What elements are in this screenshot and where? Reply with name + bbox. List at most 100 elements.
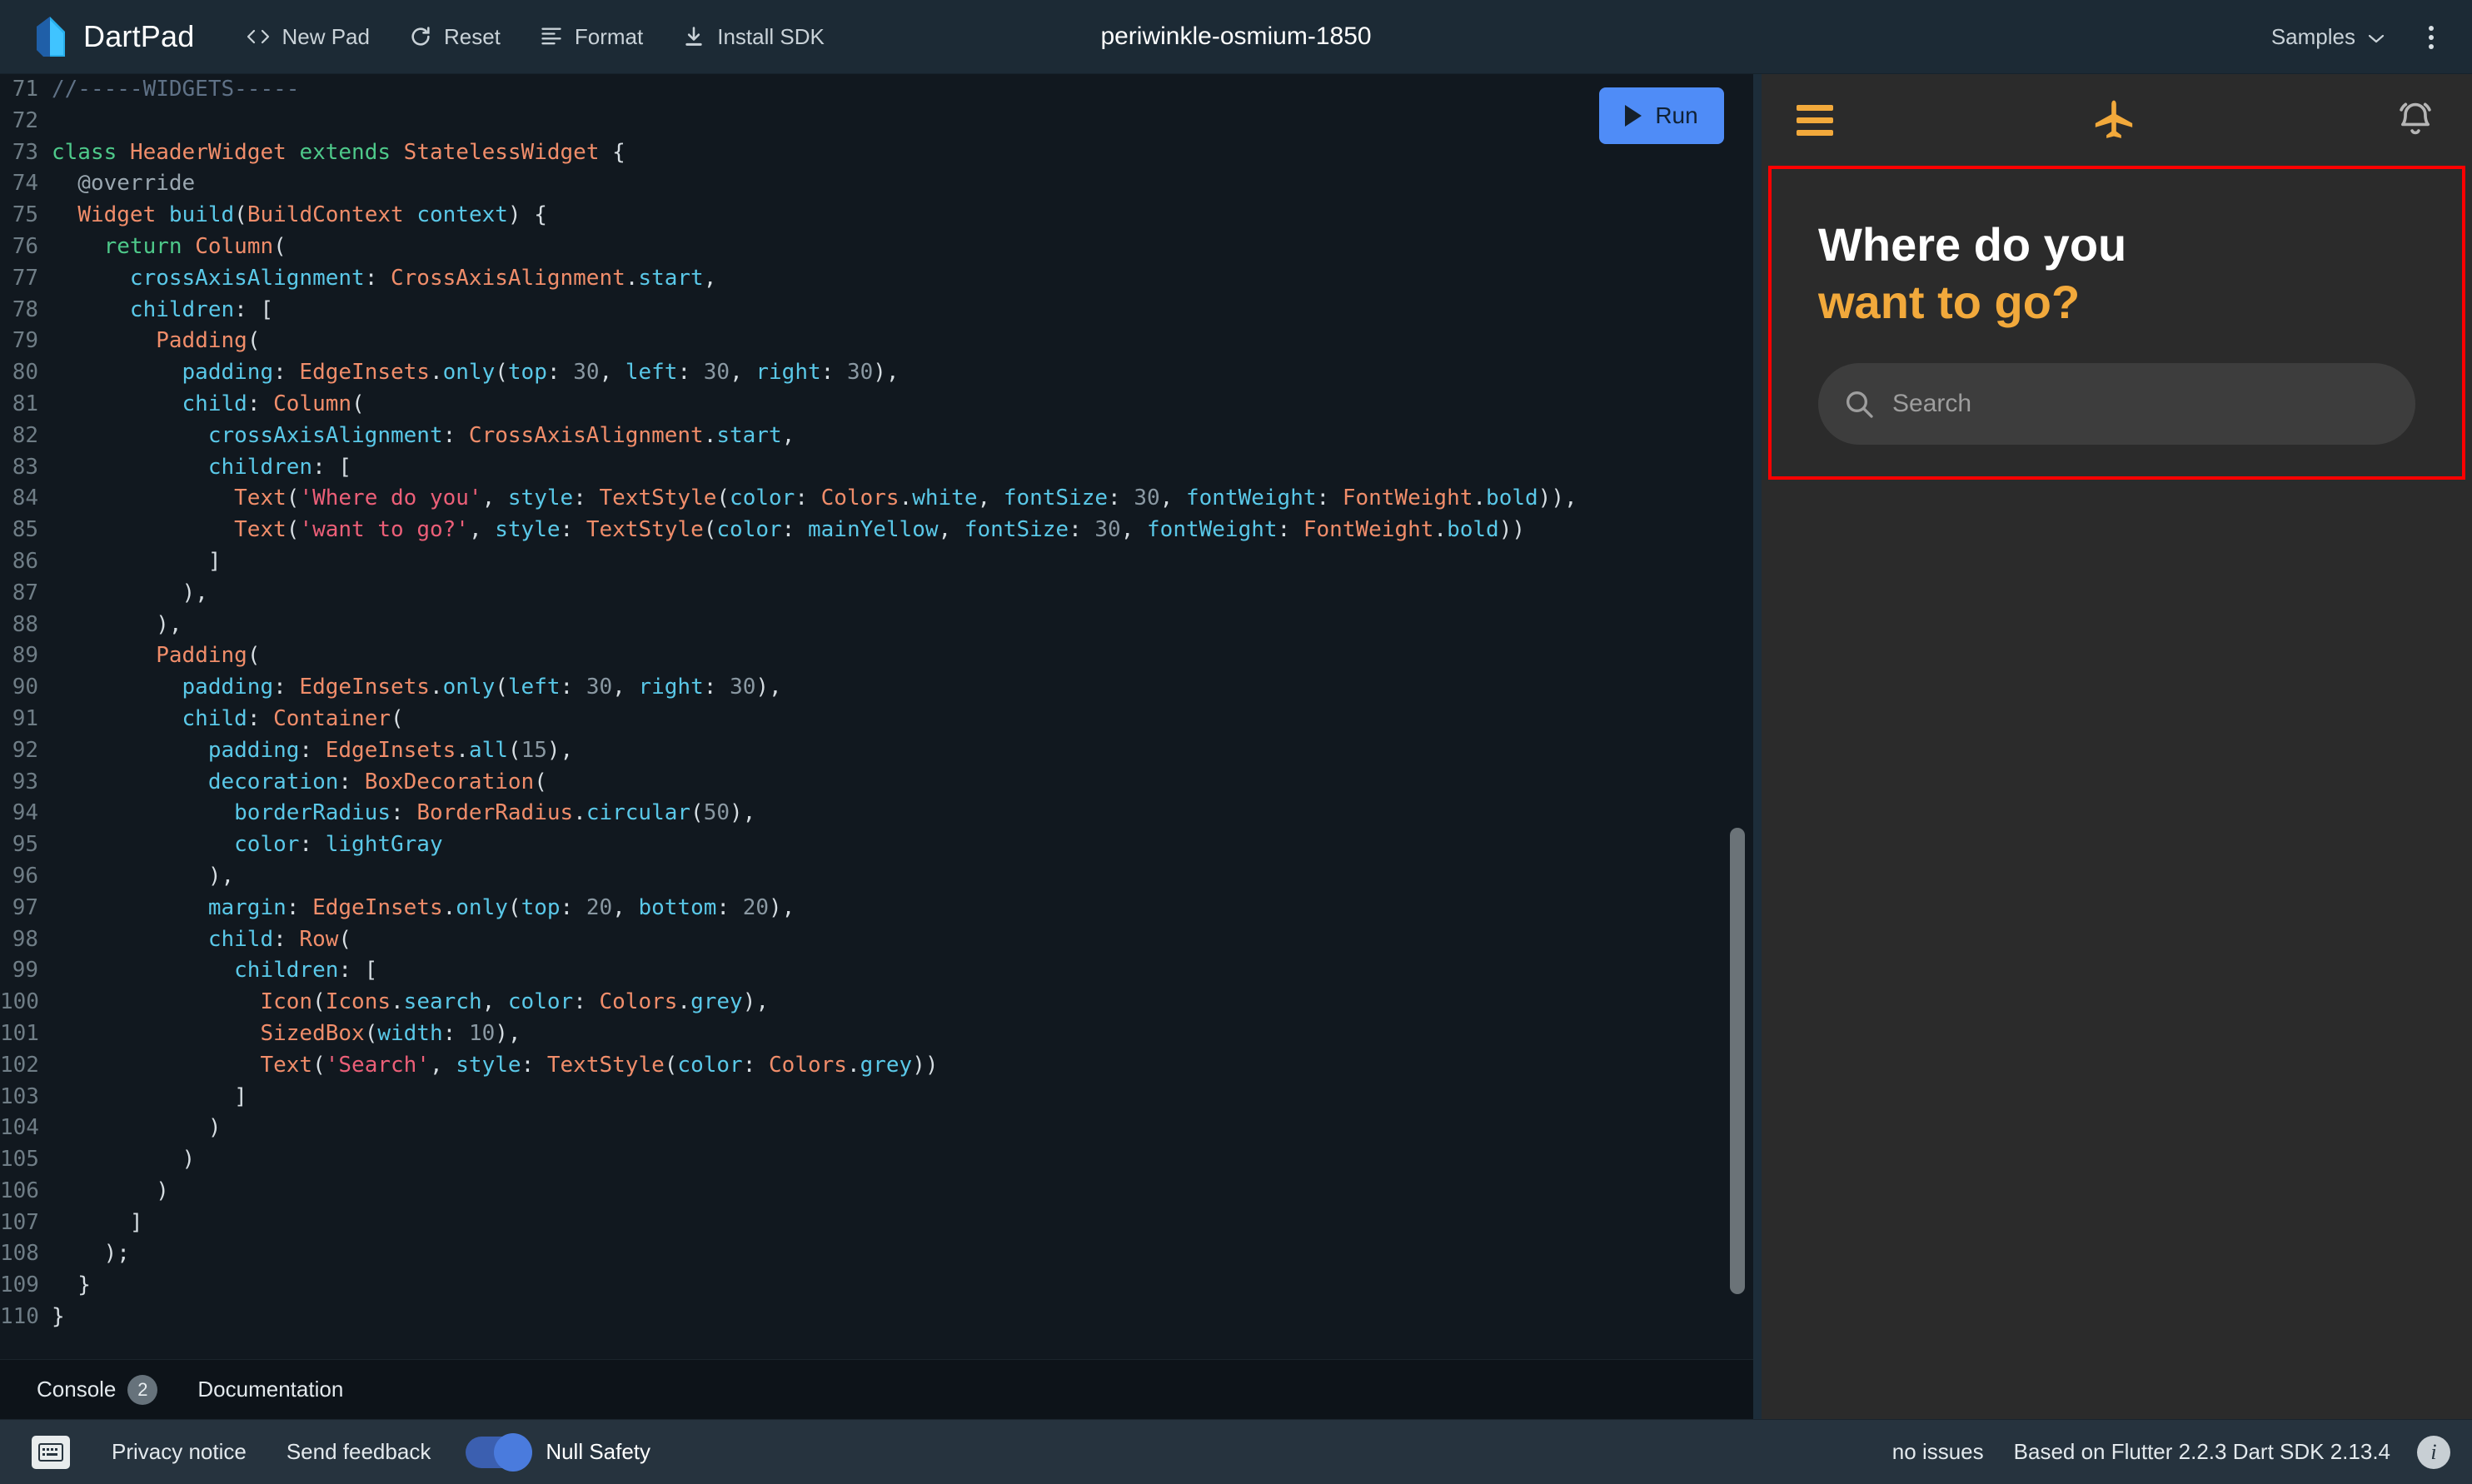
- info-icon[interactable]: i: [2417, 1435, 2450, 1469]
- code-editor[interactable]: 71 //-----WIDGETS----- 72 73 class HeaderWid…: [0, 74, 1753, 1359]
- code-token: Column: [195, 233, 274, 259]
- line-content: SizedBox(width: 10),: [52, 1018, 521, 1050]
- code-line: 99 children: [: [0, 955, 1753, 987]
- code-token: :: [247, 391, 274, 416]
- code-token: (: [286, 517, 300, 543]
- code-token: (: [312, 989, 326, 1015]
- line-number: 87: [12, 580, 38, 605]
- keyboard-shortcuts-icon[interactable]: [32, 1435, 70, 1469]
- line-content: ),: [52, 578, 208, 610]
- flutter-preview-pane: Where do you want to go? Search: [1762, 74, 2472, 1419]
- code-token: :: [442, 1020, 469, 1046]
- status-bar: Privacy notice Send feedback Null Safety…: [0, 1419, 2472, 1484]
- header-right: Samples: [2258, 0, 2450, 74]
- code-token: (: [364, 1020, 378, 1046]
- code-token: ),: [546, 737, 574, 763]
- line-number: 74: [12, 171, 38, 197]
- code-line: 89 Padding(: [0, 640, 1753, 672]
- hamburger-menu-icon[interactable]: [1797, 104, 1833, 136]
- code-line: 87 ),: [0, 578, 1753, 610]
- line-content: return Column(: [52, 232, 287, 263]
- code-line: 94 borderRadius: BorderRadius.circular(5…: [0, 798, 1753, 829]
- code-token: :: [299, 737, 326, 763]
- version-info: Based on Flutter 2.2.3 Dart SDK 2.13.4: [2013, 1439, 2390, 1464]
- refresh-icon: [408, 24, 433, 49]
- code-token: color: [730, 486, 795, 511]
- install-sdk-button[interactable]: Install SDK: [666, 14, 840, 60]
- code-line: 81 child: Column(: [0, 389, 1753, 421]
- line-content: ): [52, 1113, 222, 1144]
- null-safety-toggle[interactable]: Null Safety: [466, 1432, 650, 1472]
- send-feedback-link[interactable]: Send feedback: [267, 1431, 451, 1473]
- code-line: 88 ),: [0, 610, 1753, 641]
- line-content: color: lightGray: [52, 829, 443, 861]
- line-content: Text('Search', style: TextStyle(color: C…: [52, 1050, 938, 1082]
- code-token: 20: [586, 894, 613, 920]
- code-token: :: [560, 675, 586, 700]
- line-number: 96: [12, 863, 38, 889]
- code-line: 108 );: [0, 1238, 1753, 1270]
- code-token: TextStyle: [586, 517, 704, 543]
- code-line: 110}: [0, 1302, 1753, 1333]
- line-number: 80: [12, 360, 38, 386]
- bottom-tabs: Console 2 Documentation: [0, 1359, 1753, 1419]
- code-token: :: [795, 486, 821, 511]
- code-token: )),: [1538, 486, 1577, 511]
- code-token: ,: [730, 360, 756, 386]
- code-token: 30: [586, 675, 613, 700]
- code-line: 107 ]: [0, 1208, 1753, 1239]
- tab-console[interactable]: Console 2: [17, 1367, 177, 1413]
- code-token: ): [52, 1115, 222, 1141]
- code-token: :: [742, 1052, 770, 1078]
- pane-divider[interactable]: [1753, 74, 1762, 1419]
- code-token: :: [286, 894, 313, 920]
- line-number: 99: [12, 958, 38, 984]
- line-number: 84: [12, 486, 38, 511]
- code-token: borderRadius: [52, 800, 391, 826]
- editor-vertical-scrollbar[interactable]: [1730, 828, 1745, 1294]
- code-token: 'want to go?': [299, 517, 469, 543]
- kebab-menu-icon[interactable]: [2412, 18, 2450, 57]
- code-token: :: [560, 517, 586, 543]
- code-token: ,: [481, 486, 508, 511]
- brand[interactable]: DartPad: [32, 15, 194, 58]
- new-pad-button[interactable]: New Pad: [231, 14, 385, 60]
- line-number: 89: [12, 643, 38, 669]
- headline-line-1: Where do you: [1818, 218, 2127, 271]
- code-token: FontWeight: [1303, 517, 1434, 543]
- search-input[interactable]: Search: [1818, 362, 2415, 445]
- code-token: CrossAxisAlignment: [468, 422, 704, 448]
- format-button[interactable]: Format: [524, 14, 658, 60]
- tab-documentation[interactable]: Documentation: [177, 1368, 363, 1411]
- status-bar-left: Privacy notice Send feedback Null Safety: [32, 1431, 650, 1473]
- code-line: 74 @override: [0, 168, 1753, 200]
- code-token: BoxDecoration: [364, 769, 535, 794]
- code-token: //-----WIDGETS-----: [52, 77, 300, 102]
- code-line: 80 padding: EdgeInsets.only(top: 30, lef…: [0, 357, 1753, 389]
- reset-button[interactable]: Reset: [393, 14, 516, 60]
- code-token: :: [338, 769, 365, 794]
- samples-dropdown[interactable]: Samples: [2258, 14, 2399, 60]
- console-badge: 2: [127, 1374, 158, 1405]
- line-number: 93: [12, 769, 38, 794]
- code-line: 100 Icon(Icons.search, color: Colors.gre…: [0, 987, 1753, 1018]
- line-content: children: [: [52, 955, 377, 987]
- code-token: EdgeInsets: [312, 894, 443, 920]
- code-token: :: [1277, 517, 1303, 543]
- run-button[interactable]: Run: [1599, 87, 1724, 144]
- line-number: 82: [12, 422, 38, 448]
- privacy-notice-link[interactable]: Privacy notice: [92, 1431, 267, 1473]
- line-content: );: [52, 1238, 130, 1270]
- line-number: 76: [12, 233, 38, 259]
- code-token: child: [52, 926, 274, 952]
- code-token: :: [299, 832, 326, 858]
- line-content: //-----WIDGETS-----: [52, 74, 299, 106]
- code-token: ,: [481, 989, 508, 1015]
- code-token: decoration: [52, 769, 339, 794]
- line-content: ): [52, 1144, 196, 1176]
- code-token: BorderRadius: [416, 800, 574, 826]
- notification-bell-icon[interactable]: [2394, 98, 2437, 142]
- code-token: lightGray: [325, 832, 443, 858]
- code-token: : [: [234, 296, 274, 322]
